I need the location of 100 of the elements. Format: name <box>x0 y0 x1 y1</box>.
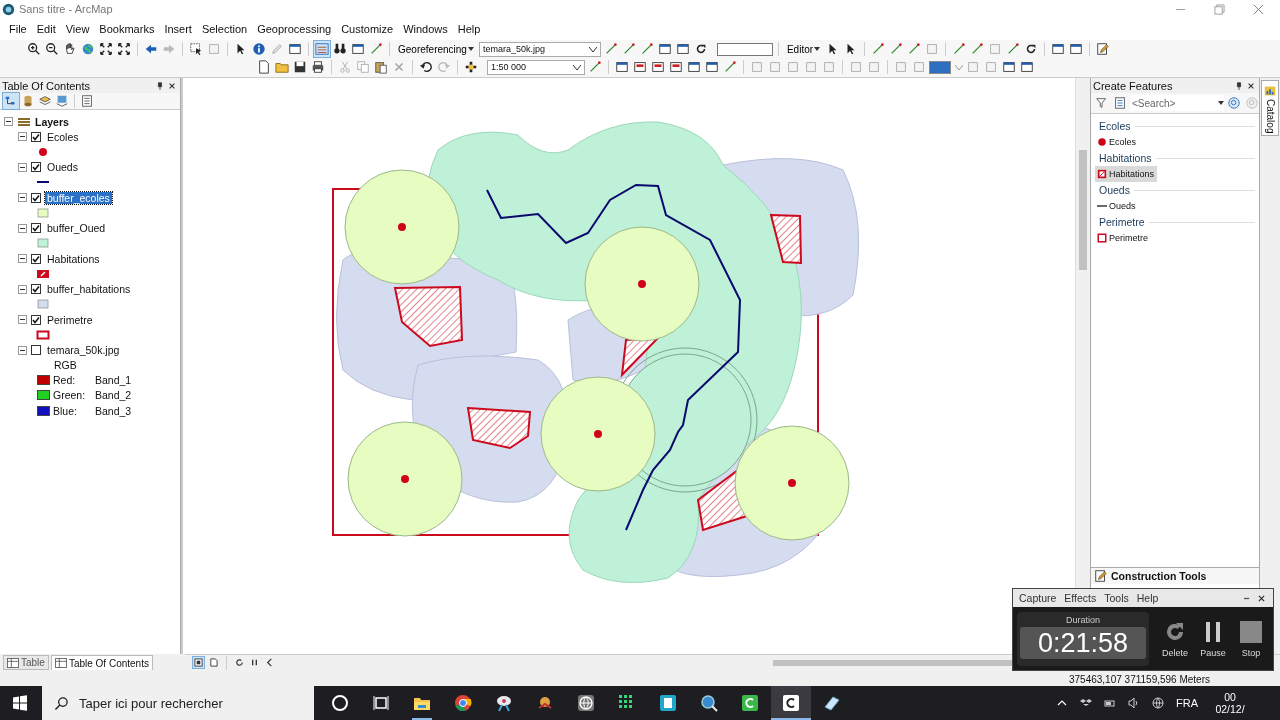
input-field[interactable] <box>716 42 773 56</box>
info-icon[interactable] <box>251 41 267 57</box>
menu-item[interactable]: Help <box>452 23 486 35</box>
app-icon[interactable] <box>771 686 811 720</box>
catalog-tab[interactable]: Catalog <box>1261 80 1279 137</box>
layout-view-icon[interactable] <box>208 657 219 668</box>
collapse-icon[interactable] <box>18 223 27 233</box>
list-icon[interactable] <box>3 93 19 109</box>
clock-date[interactable]: 02/12/ <box>1215 703 1245 715</box>
search-field[interactable]: <Search> <box>1130 95 1224 111</box>
collapse-icon[interactable] <box>18 345 27 355</box>
feature-template[interactable]: Oueds <box>1095 198 1139 214</box>
collapse-icon[interactable] <box>18 132 27 141</box>
georeferencing-menu[interactable]: Georeferencing <box>395 43 477 55</box>
expand-icon[interactable] <box>116 41 132 57</box>
window-icon[interactable] <box>674 41 691 57</box>
feature-template[interactable]: Habitations <box>1095 166 1158 182</box>
pin-icon[interactable] <box>1235 81 1243 90</box>
window-icon[interactable] <box>350 41 366 57</box>
panel-icon[interactable] <box>668 59 684 75</box>
chevron-left-icon[interactable] <box>264 657 275 668</box>
editor-menu[interactable]: Editor <box>783 43 824 55</box>
layer-name[interactable]: buffer_habitations <box>45 283 133 295</box>
feature-template[interactable]: Ecoles <box>1095 134 1139 150</box>
feature-template[interactable]: Perimetre <box>1095 230 1151 246</box>
layers-icon[interactable] <box>54 93 70 109</box>
pause-icon[interactable] <box>249 657 260 668</box>
collapse-icon[interactable] <box>18 162 27 172</box>
save-icon[interactable] <box>292 59 308 75</box>
paste-icon[interactable] <box>373 59 389 75</box>
collapse-icon[interactable] <box>18 284 27 294</box>
window-icon[interactable] <box>614 59 630 75</box>
layer-name[interactable]: Habitations <box>45 252 102 265</box>
data-view-icon[interactable] <box>193 657 204 668</box>
scale-dropdown[interactable]: 1:50 000 <box>487 59 585 75</box>
clock-time[interactable]: 00 <box>1224 691 1236 703</box>
menu-item[interactable]: Edit <box>31 23 61 35</box>
caret-icon[interactable] <box>1218 101 1224 105</box>
zoom-in-icon[interactable] <box>26 41 42 57</box>
checkbox[interactable] <box>31 162 41 172</box>
window-icon[interactable] <box>1050 41 1067 57</box>
collapse-icon[interactable] <box>4 117 13 126</box>
collapse-icon[interactable] <box>18 254 27 263</box>
close-icon[interactable] <box>1247 81 1255 90</box>
document-icon[interactable] <box>256 59 272 75</box>
layer-name[interactable]: buffer_ecoles <box>45 191 112 204</box>
list-icon[interactable] <box>1112 95 1128 111</box>
delete-button[interactable]: Delete <box>1157 619 1194 658</box>
checkbox[interactable] <box>31 223 41 233</box>
printer-icon[interactable] <box>310 59 326 75</box>
checkbox[interactable] <box>31 314 41 325</box>
checkbox[interactable] <box>31 131 41 142</box>
speaker-icon[interactable] <box>1128 697 1140 709</box>
window-icon[interactable] <box>1019 59 1035 75</box>
language-indicator[interactable]: FRA <box>1176 697 1198 709</box>
checkbox[interactable] <box>31 192 41 203</box>
menu-item[interactable]: File <box>4 23 32 35</box>
menu-item[interactable]: Capture <box>1015 592 1061 604</box>
refresh-icon[interactable] <box>234 657 245 668</box>
dropbox-icon[interactable] <box>1080 697 1092 709</box>
battery-icon[interactable] <box>1104 697 1116 709</box>
menu-item[interactable]: Effects <box>1060 592 1101 604</box>
panel-icon[interactable] <box>650 59 666 75</box>
close-icon[interactable] <box>1258 594 1265 602</box>
windows-logo-icon[interactable] <box>12 695 28 711</box>
window-icon[interactable] <box>686 59 702 75</box>
menu-item[interactable]: Geoprocessing <box>252 23 337 35</box>
zoom-out-icon[interactable] <box>44 41 60 57</box>
menu-item[interactable]: Windows <box>398 23 453 35</box>
panel-icon[interactable] <box>632 59 648 75</box>
color-dropdown[interactable] <box>929 60 963 74</box>
plus-icon[interactable] <box>463 59 479 75</box>
stop-button[interactable]: Stop <box>1233 619 1269 658</box>
undo-icon[interactable] <box>418 59 434 75</box>
search-input[interactable]: Taper ici pour rechercher <box>77 694 301 712</box>
panel-tab[interactable]: Table Of Contents <box>50 655 153 670</box>
menu-item[interactable]: Bookmarks <box>94 23 160 35</box>
pin-icon[interactable] <box>156 81 165 90</box>
window-icon[interactable] <box>287 41 303 57</box>
edit-form-icon[interactable] <box>1095 41 1112 57</box>
layer-group-label[interactable]: Layers <box>35 115 69 128</box>
globe-icon[interactable] <box>1152 697 1164 709</box>
menu-item[interactable]: View <box>60 23 95 35</box>
layer-name[interactable]: buffer_Oued <box>45 222 108 234</box>
pause-button[interactable]: Pause <box>1195 619 1232 658</box>
layer-name[interactable]: temara_50k.jpg <box>45 344 122 356</box>
window-icon[interactable] <box>1001 59 1017 75</box>
layer-name[interactable]: Oueds <box>45 161 80 173</box>
panel-tab[interactable]: Table <box>3 655 49 670</box>
checkbox[interactable] <box>31 253 41 264</box>
layer-dropdown[interactable]: temara_50k.jpg <box>478 41 601 57</box>
menu-item[interactable]: Selection <box>196 23 253 35</box>
expand-icon[interactable] <box>98 41 114 57</box>
layer-name[interactable]: Ecoles <box>45 130 81 143</box>
menu-item[interactable]: Insert <box>159 23 197 35</box>
menu-item[interactable]: Tools <box>1100 592 1133 604</box>
window-icon[interactable] <box>656 41 673 57</box>
layer-name[interactable]: Perimetre <box>45 313 95 326</box>
collapse-icon[interactable] <box>18 315 27 324</box>
window-icon[interactable] <box>1068 41 1085 57</box>
